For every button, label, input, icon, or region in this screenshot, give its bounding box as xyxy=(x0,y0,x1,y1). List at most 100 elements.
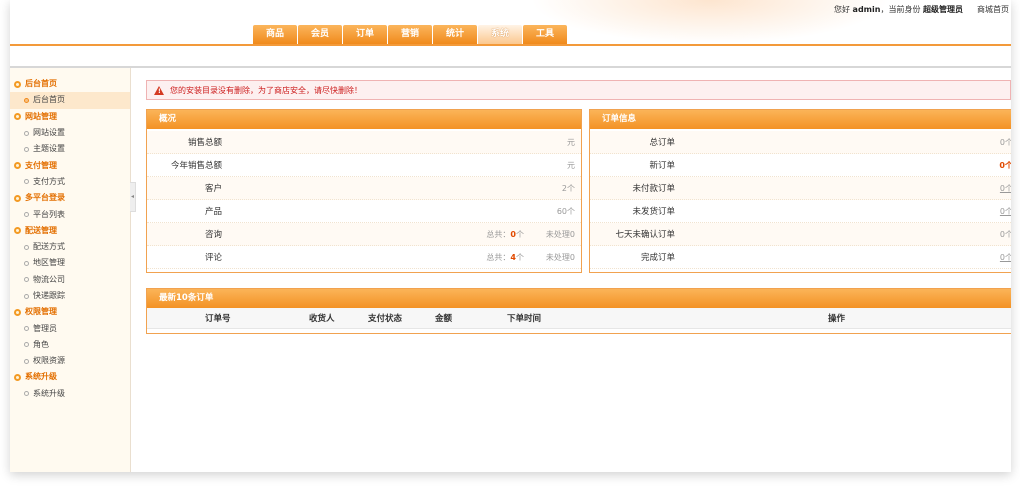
row-label: 产品 xyxy=(204,207,222,217)
sidebar-item[interactable]: 支付方式 xyxy=(10,174,130,190)
row-label: 新订单 xyxy=(649,161,675,171)
sidebar-item[interactable]: 平台列表 xyxy=(10,206,130,222)
sidebar-item-label: 后台首页 xyxy=(33,95,65,105)
row-value[interactable]: 0个 xyxy=(1000,183,1011,194)
sidebar-group[interactable]: 配送管理 xyxy=(10,223,130,239)
sidebar-group-title: 配送管理 xyxy=(25,225,57,235)
row-label: 客户 xyxy=(204,184,222,194)
row-label: 销售总额 xyxy=(187,138,222,148)
circle-bullet-icon xyxy=(24,130,29,136)
sidebar-item[interactable]: 地区管理 xyxy=(10,255,130,271)
sidebar-item[interactable]: 后台首页 xyxy=(10,92,130,109)
order-row: 总订单 0个 xyxy=(590,131,1011,154)
overview-row: 评论 总共：4个 未处理0 xyxy=(147,246,581,269)
user-role: 超级管理员 xyxy=(923,5,963,14)
sidebar-item-label: 系统升级 xyxy=(33,388,65,398)
sidebar-group-title: 支付管理 xyxy=(25,160,57,170)
row-value[interactable]: 0个 xyxy=(1000,252,1011,263)
sidebar-item[interactable]: 物流公司 xyxy=(10,272,130,288)
sidebar-item[interactable]: 主题设置 xyxy=(10,141,130,157)
security-alert: ! 您的安装目录没有删除，为了商店安全，请尽快删除！ xyxy=(146,80,1011,100)
nav-tab[interactable]: 会员 xyxy=(298,25,342,44)
group-bullet-icon xyxy=(14,194,21,202)
sidebar-item-label: 权限资源 xyxy=(33,356,65,366)
circle-bullet-icon xyxy=(24,342,29,348)
orders-table-header: 订单号 收货人 支付状态 金额 下单时间 操作 xyxy=(147,308,1011,329)
row-value: 元 xyxy=(567,137,575,147)
circle-bullet-icon xyxy=(24,179,29,185)
row-label: 评论 xyxy=(204,253,222,263)
user-greeting: 您好 admin，当前身份 超级管理员 xyxy=(834,5,963,14)
row-value: 0个 xyxy=(999,229,1011,239)
row-label: 总订单 xyxy=(649,138,675,148)
sidebar-group[interactable]: 多平台登录 xyxy=(10,190,130,206)
column-header: 订单号 xyxy=(205,314,231,324)
sidebar-group[interactable]: 系统升级 xyxy=(10,369,130,385)
row-value: 60个 xyxy=(556,206,575,216)
sidebar-item-label: 网站设置 xyxy=(33,128,65,138)
sidebar-item-label: 角色 xyxy=(33,339,49,349)
sidebar-group[interactable]: 后台首页 xyxy=(10,76,130,92)
row-value: 元 xyxy=(567,160,575,170)
circle-bullet-icon xyxy=(24,97,29,103)
sidebar-item[interactable]: 快递跟踪 xyxy=(10,288,130,304)
overview-row: 产品 60个 xyxy=(147,200,581,223)
nav-tab[interactable]: 统计 xyxy=(433,25,477,44)
sidebar-item-label: 主题设置 xyxy=(33,144,65,154)
group-bullet-icon xyxy=(14,227,21,235)
circle-bullet-icon xyxy=(24,244,29,250)
sidebar-group-title: 后台首页 xyxy=(25,79,57,89)
shop-home-link[interactable]: 商城首页 xyxy=(977,4,1009,15)
sidebar-group[interactable]: 网站管理 xyxy=(10,109,130,125)
order-row: 未发货订单 0个 xyxy=(590,200,1011,223)
row-value[interactable]: 0个 xyxy=(1000,206,1011,217)
group-bullet-icon xyxy=(14,308,21,316)
sidebar-item-label: 物流公司 xyxy=(33,274,65,284)
circle-bullet-icon xyxy=(24,212,29,218)
nav-tab[interactable]: 系统 xyxy=(478,25,522,44)
group-bullet-icon xyxy=(14,113,21,121)
sidebar-collapse-handle[interactable]: ◂ xyxy=(130,182,136,212)
sidebar-item-label: 管理员 xyxy=(33,323,57,333)
panel-title: 订单信息 xyxy=(590,110,1011,129)
row-label: 今年销售总额 xyxy=(170,161,222,171)
row-label: 未发货订单 xyxy=(632,207,675,217)
pending-count: 未处理0 xyxy=(545,252,575,262)
sidebar-item[interactable]: 角色 xyxy=(10,337,130,353)
circle-bullet-icon xyxy=(24,277,29,283)
nav-tab[interactable]: 商品 xyxy=(253,25,297,44)
order-info-panel: 订单信息 总订单 0个 新订单 0个 未付款订单 0个 未发货订单 0个 七天未确认订单 0个 完成… xyxy=(589,109,1011,273)
column-header: 支付状态 xyxy=(368,314,403,324)
sidebar-item[interactable]: 管理员 xyxy=(10,320,130,336)
circle-bullet-icon xyxy=(24,293,29,299)
nav-tab[interactable]: 工具 xyxy=(523,25,567,44)
sidebar-item[interactable]: 网站设置 xyxy=(10,125,130,141)
sidebar-group-title: 权限管理 xyxy=(25,307,57,317)
overview-panel: 概况 销售总额元今年销售总额元客户 2个 产品 60个 咨询 总共：0个 未处理0 评论 总共：… xyxy=(146,109,582,273)
sidebar-group[interactable]: 权限管理 xyxy=(10,304,130,320)
row-label: 七天未确认订单 xyxy=(615,230,675,240)
order-row: 完成订单 0个 xyxy=(590,246,1011,269)
sidebar-group-title: 多平台登录 xyxy=(25,193,65,203)
sidebar-item-label: 地区管理 xyxy=(33,258,65,268)
sidebar-item[interactable]: 配送方式 xyxy=(10,239,130,255)
row-value: 2个 xyxy=(561,183,575,193)
sidebar-item[interactable]: 权限资源 xyxy=(10,353,130,369)
overview-row: 销售总额 元 xyxy=(147,131,581,154)
alert-text: 您的安装目录没有删除，为了商店安全，请尽快删除！ xyxy=(170,85,362,95)
nav-tab[interactable]: 订单 xyxy=(343,25,387,44)
overview-row: 咨询 总共：0个 未处理0 xyxy=(147,223,581,246)
sidebar-item[interactable]: 系统升级 xyxy=(10,386,130,402)
circle-bullet-icon xyxy=(24,260,29,266)
nav-tab[interactable]: 营销 xyxy=(388,25,432,44)
group-bullet-icon xyxy=(14,162,21,170)
column-header: 操作 xyxy=(828,314,846,324)
main-nav-tabs: 商品 会员 订单 营销 统计 系统 工具 xyxy=(253,25,568,44)
row-total: 总共：4个 xyxy=(486,252,524,262)
column-header: 收货人 xyxy=(309,314,335,324)
sidebar-item-label: 平台列表 xyxy=(33,209,65,219)
sidebar-group[interactable]: 支付管理 xyxy=(10,157,130,173)
overview-row: 今年销售总额 元 xyxy=(147,154,581,177)
pending-count: 未处理0 xyxy=(545,229,575,239)
warning-icon: ! xyxy=(154,85,164,95)
